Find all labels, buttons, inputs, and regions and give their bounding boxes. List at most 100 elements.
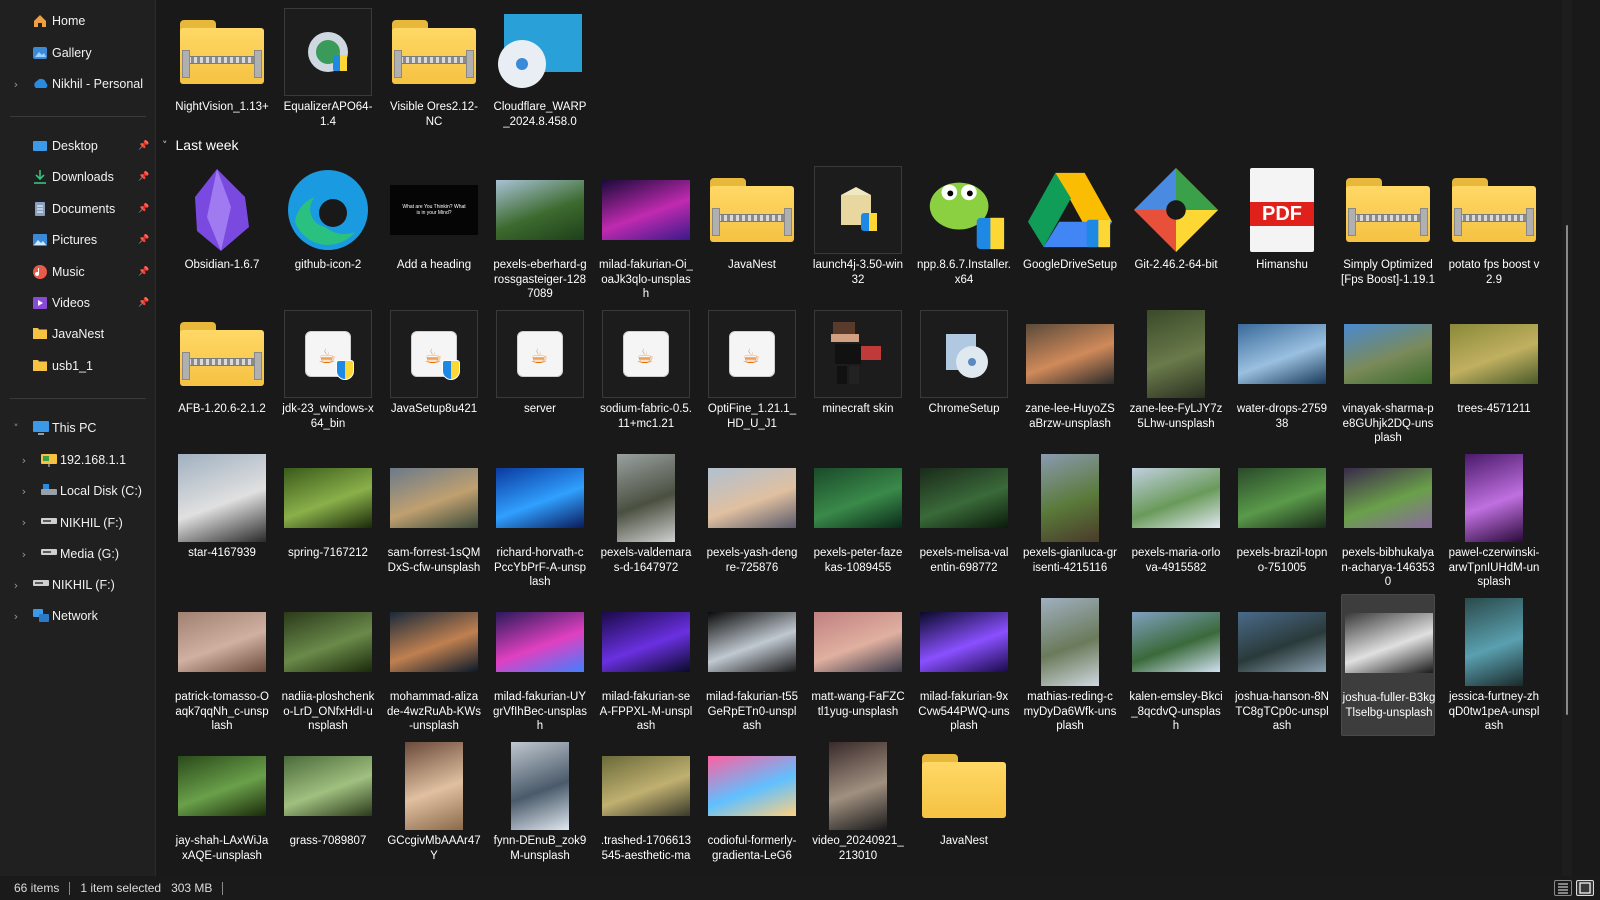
file-tile[interactable]: vinayak-sharma-pe8GUhjk2DQ-unsplash <box>1341 306 1435 448</box>
file-tile[interactable]: What are You Thinkin? What is in your Mi… <box>387 162 481 304</box>
file-tile[interactable]: milad-fakurian-Oi_oaJk3qlo-unsplash <box>599 162 693 304</box>
file-tile[interactable]: Git-2.46.2-64-bit <box>1129 162 1223 304</box>
file-tile[interactable]: pexels-yash-dengre-725876 <box>705 450 799 592</box>
sidebar-item-this-pc[interactable]: ˅ This PC <box>0 413 156 443</box>
file-tile[interactable]: fynn-DEnuB_zok9M-unsplash <box>493 738 587 876</box>
file-tile[interactable]: joshua-hanson-8NTC8gTCp0c-unsplash <box>1235 594 1329 736</box>
sidebar-item-usb1-1[interactable]: usb1_1 <box>0 351 156 381</box>
file-tile[interactable]: pexels-bibhukalyan-acharya-1463530 <box>1341 450 1435 592</box>
file-tile[interactable]: nadiia-ploshchenko-LrD_ONfxHdI-unsplash <box>281 594 375 736</box>
file-tile[interactable]: ☕ JavaSetup8u421 <box>387 306 481 448</box>
file-tile[interactable]: grass-7089807 <box>281 738 375 876</box>
file-tile[interactable]: water-drops-275938 <box>1235 306 1329 448</box>
pin-icon: 📌 <box>138 172 150 183</box>
file-tile[interactable]: zane-lee-FyLJY7z5Lhw-unsplash <box>1129 306 1223 448</box>
chevron-right-icon[interactable]: › <box>18 516 30 529</box>
file-tile[interactable]: milad-fakurian-UYgrVfIhBec-unsplash <box>493 594 587 736</box>
file-tile[interactable]: pexels-eberhard-grossgasteiger-1287089 <box>493 162 587 304</box>
file-tile[interactable]: potato fps boost v 2.9 <box>1447 162 1541 304</box>
file-tile[interactable]: AFB-1.20.6-2.1.2 <box>175 306 269 448</box>
chevron-right-icon[interactable]: › <box>10 579 22 592</box>
file-thumbnail <box>814 454 902 542</box>
file-tile[interactable]: GCcgivMbAAAr47Y <box>387 738 481 876</box>
group-header-last-week[interactable]: ˅ Last week <box>162 136 239 154</box>
file-tile[interactable]: joshua-fuller-B3kgTlselbg-unsplash <box>1341 594 1435 736</box>
file-tile[interactable]: kalen-emsley-Bkci_8qcdvQ-unsplash <box>1129 594 1223 736</box>
sidebar-item-home[interactable]: Home <box>0 6 156 36</box>
file-tile[interactable]: ☕ sodium-fabric-0.5.11+mc1.21 <box>599 306 693 448</box>
file-tile[interactable]: jessica-furtney-zhqD0tw1peA-unsplash <box>1447 594 1541 736</box>
file-tile[interactable]: pexels-maria-orlova-4915582 <box>1129 450 1223 592</box>
file-tile[interactable]: milad-fakurian-seA-FPPXL-M-unsplash <box>599 594 693 736</box>
file-tile[interactable]: JavaNest <box>705 162 799 304</box>
sidebar-item-pictures[interactable]: Pictures 📌 <box>0 225 156 255</box>
sidebar-item-nikhil-f[interactable]: › NIKHIL (F:) <box>0 570 156 600</box>
file-tile[interactable]: PDF Himanshu <box>1235 162 1329 304</box>
file-tile[interactable]: JavaNest <box>917 738 1011 876</box>
sidebar-item-desktop[interactable]: Desktop 📌 <box>0 131 156 161</box>
file-tile[interactable]: jay-shah-LAxWiJaxAQE-unsplash <box>175 738 269 876</box>
file-tile[interactable]: richard-horvath-cPccYbPrF-A-unsplash <box>493 450 587 592</box>
file-tile[interactable]: codioful-formerly-gradienta-LeG6 <box>705 738 799 876</box>
file-tile[interactable]: Visible Ores2.12-NC <box>387 4 481 146</box>
file-tile[interactable]: mathias-reding-cmyDyDa6Wfk-unsplash <box>1023 594 1117 736</box>
file-tile[interactable]: github-icon-2 <box>281 162 375 304</box>
chevron-down-icon[interactable]: ˅ <box>10 422 22 435</box>
file-tile[interactable]: ChromeSetup <box>917 306 1011 448</box>
sidebar-item-videos[interactable]: Videos 📌 <box>0 288 156 318</box>
file-tile[interactable]: zane-lee-HuyoZSaBrzw-unsplash <box>1023 306 1117 448</box>
file-tile[interactable]: ☕ server <box>493 306 587 448</box>
chevron-down-icon: ˅ <box>162 138 168 152</box>
file-tile[interactable]: pexels-melisa-valentin-698772 <box>917 450 1011 592</box>
large-icons-view-button[interactable] <box>1576 880 1594 896</box>
chevron-right-icon[interactable]: › <box>18 454 30 467</box>
file-tile[interactable]: matt-wang-FaFZCtl1yug-unsplash <box>811 594 905 736</box>
file-tile[interactable]: star-4167939 <box>175 450 269 592</box>
file-thumbnail <box>920 310 1008 398</box>
file-tile[interactable]: video_20240921_213010 <box>811 738 905 876</box>
file-tile[interactable]: sam-forrest-1sQMDxS-cfw-unsplash <box>387 450 481 592</box>
sidebar-item-downloads[interactable]: Downloads 📌 <box>0 162 156 192</box>
file-tile[interactable]: GoogleDriveSetup <box>1023 162 1117 304</box>
file-tile[interactable]: pexels-peter-fazekas-1089455 <box>811 450 905 592</box>
sidebar-item-music[interactable]: Music 📌 <box>0 257 156 287</box>
chevron-right-icon[interactable]: › <box>10 78 22 91</box>
file-tile[interactable]: pawel-czerwinski-arwTpnIUHdM-unsplash <box>1447 450 1541 592</box>
file-tile[interactable]: EqualizerAPO64-1.4 <box>281 4 375 146</box>
scrollbar-thumb[interactable] <box>1566 225 1568 715</box>
chevron-right-icon[interactable]: › <box>18 548 30 561</box>
file-tile[interactable]: pexels-brazil-topno-751005 <box>1235 450 1329 592</box>
chevron-right-icon[interactable]: › <box>18 485 30 498</box>
file-tile[interactable]: milad-fakurian-t55GeRpETn0-unsplash <box>705 594 799 736</box>
chevron-right-icon[interactable]: › <box>10 610 22 623</box>
file-tile[interactable]: minecraft skin <box>811 306 905 448</box>
file-tile[interactable]: launch4j-3.50-win32 <box>811 162 905 304</box>
file-tile[interactable]: ☕ OptiFine_1.21.1_HD_U_J1 <box>705 306 799 448</box>
file-tile[interactable]: spring-7167212 <box>281 450 375 592</box>
file-tile[interactable]: milad-fakurian-9xCvw544PWQ-unsplash <box>917 594 1011 736</box>
file-tile[interactable]: Obsidian-1.6.7 <box>175 162 269 304</box>
sidebar-item-nikhil-f[interactable]: › NIKHIL (F:) <box>0 508 156 538</box>
details-view-button[interactable] <box>1554 880 1572 896</box>
sidebar-item-192-168-1-1[interactable]: › 192.168.1.1 <box>0 445 156 475</box>
file-tile[interactable]: .trashed-1706613545-aesthetic-ma <box>599 738 693 876</box>
file-tile[interactable]: pexels-gianluca-grisenti-4215116 <box>1023 450 1117 592</box>
file-tile[interactable]: npp.8.6.7.Installer.x64 <box>917 162 1011 304</box>
sidebar-item-media-g[interactable]: › Media (G:) <box>0 539 156 569</box>
file-thumbnail <box>390 742 478 830</box>
file-tile[interactable]: ☕ jdk-23_windows-x64_bin <box>281 306 375 448</box>
file-tile[interactable]: Cloudflare_WARP_2024.8.458.0 <box>493 4 587 146</box>
sidebar-item-local-disk-c[interactable]: › Local Disk (C:) <box>0 476 156 506</box>
sidebar-item-nikhil-personal[interactable]: › Nikhil - Personal <box>0 69 156 99</box>
file-tile[interactable]: mohammad-alizade-4wzRuAb-KWs-unsplash <box>387 594 481 736</box>
sidebar-item-documents[interactable]: Documents 📌 <box>0 194 156 224</box>
sidebar-item-network[interactable]: › Network <box>0 601 156 631</box>
file-tile[interactable]: NightVision_1.13+ <box>175 4 269 146</box>
sidebar-item-javanest[interactable]: JavaNest <box>0 319 156 349</box>
vertical-scrollbar[interactable] <box>1562 0 1572 876</box>
file-tile[interactable]: Simply Optimized [Fps Boost]-1.19.1 <box>1341 162 1435 304</box>
file-tile[interactable]: trees-4571211 <box>1447 306 1541 448</box>
file-tile[interactable]: pexels-valdemaras-d-1647972 <box>599 450 693 592</box>
sidebar-item-gallery[interactable]: Gallery <box>0 38 156 68</box>
file-tile[interactable]: patrick-tomasso-Oaqk7qqNh_c-unsplash <box>175 594 269 736</box>
